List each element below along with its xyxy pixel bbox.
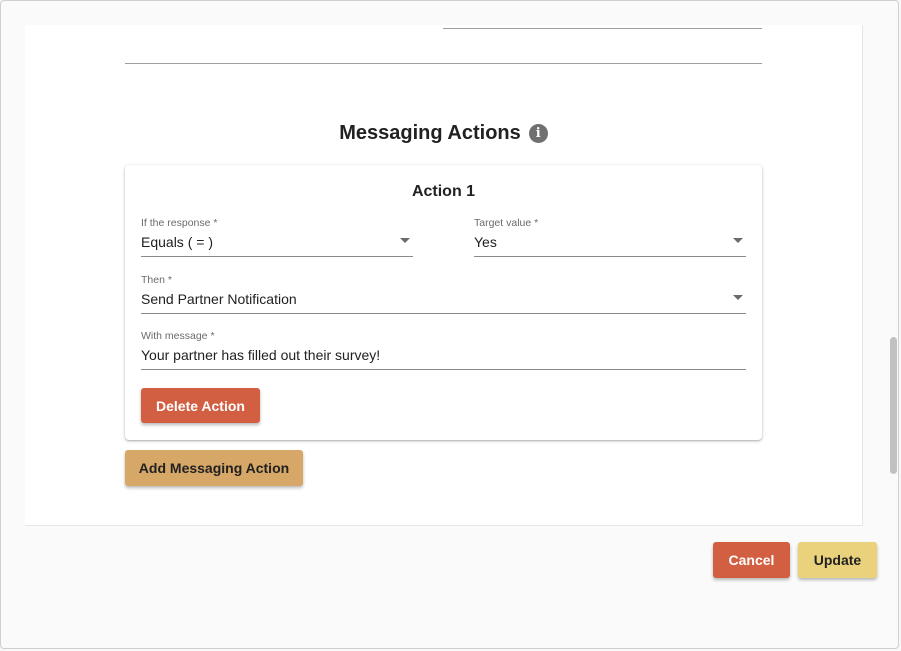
field-underline <box>443 28 762 29</box>
then-label: Then * <box>141 274 172 286</box>
message-input[interactable]: With message * Your partner has filled o… <box>141 330 746 370</box>
condition-select[interactable]: If the response * Equals ( = ) <box>141 217 413 257</box>
add-messaging-action-button[interactable]: Add Messaging Action <box>125 450 303 486</box>
section-title: Messaging Actions <box>339 122 521 145</box>
edit-dialog: Messaging Actions i Action 1 If the respo… <box>0 0 899 649</box>
field-underline <box>474 256 746 257</box>
condition-value: Equals ( = ) <box>141 234 213 250</box>
field-underline <box>141 369 746 370</box>
message-value[interactable]: Your partner has filled out their survey… <box>141 347 380 363</box>
dialog-content: Messaging Actions i Action 1 If the respo… <box>25 25 863 526</box>
action-card: Action 1 If the response * Equals ( = ) … <box>125 165 762 440</box>
message-label: With message * <box>141 330 215 342</box>
info-icon[interactable]: i <box>528 124 548 144</box>
cancel-button[interactable]: Cancel <box>713 542 790 578</box>
target-value: Yes <box>474 234 497 250</box>
field-underline <box>141 256 413 257</box>
then-select[interactable]: Then * Send Partner Notification <box>141 274 746 314</box>
caret-down-icon[interactable] <box>733 238 743 243</box>
target-label: Target value * <box>474 217 539 229</box>
target-value-select[interactable]: Target value * Yes <box>474 217 746 257</box>
update-button[interactable]: Update <box>798 542 877 578</box>
scrollbar-thumb[interactable] <box>890 337 897 474</box>
then-value: Send Partner Notification <box>141 291 297 307</box>
action-title: Action 1 <box>411 183 476 200</box>
delete-action-button[interactable]: Delete Action <box>141 388 260 423</box>
caret-down-icon[interactable] <box>400 238 410 243</box>
field-underline <box>141 313 746 314</box>
caret-down-icon[interactable] <box>733 295 743 300</box>
section-divider <box>125 63 762 64</box>
section-heading: Messaging Actions i <box>25 122 862 145</box>
condition-label: If the response * <box>141 217 218 229</box>
